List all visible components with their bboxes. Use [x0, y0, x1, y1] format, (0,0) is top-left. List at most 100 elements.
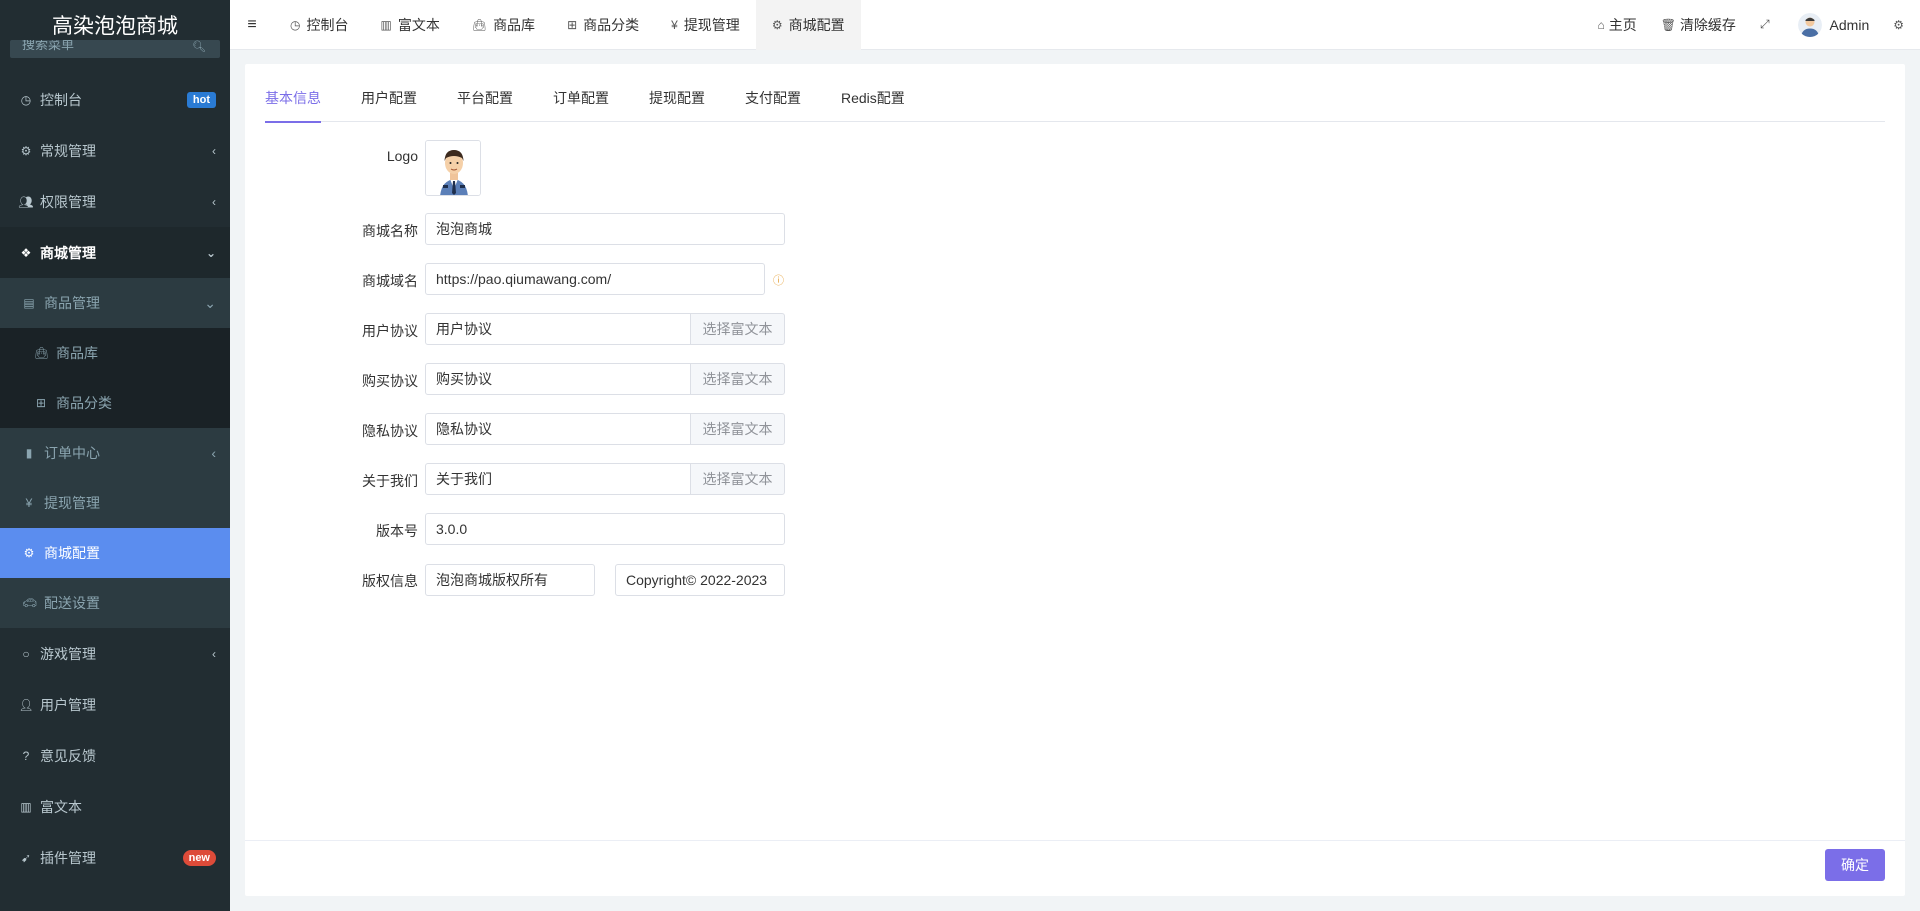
avatar	[1797, 12, 1822, 37]
domain-label: 商城域名	[362, 273, 418, 289]
top-tab-label: 提现管理	[683, 16, 740, 33]
tab-basic-info[interactable]: 基本信息	[265, 74, 321, 123]
question-circle-icon: ?	[22, 748, 30, 763]
logo-upload[interactable]	[425, 140, 481, 196]
top-tab-withdraw[interactable]: ¥ 提现管理	[655, 0, 756, 50]
tab-payment-config[interactable]: 支付配置	[745, 74, 801, 122]
clear-cache-label: 清除缓存	[1679, 16, 1736, 33]
sidebar-item-permissions[interactable]: 👥︎ 权限管理 ‹	[0, 176, 230, 227]
user-agreement-input[interactable]: 用户协议	[425, 313, 691, 345]
sidebar-item-users[interactable]: 👤︎ 用户管理	[0, 679, 230, 730]
top-tabs: ◷ 控制台 ▥ 富文本 👜︎ 商品库 ⊞ 商品分类 ¥ 提现管理 ⚙ 商城配置	[274, 0, 861, 50]
home-link[interactable]: ⌂ 主页	[1585, 0, 1648, 50]
chevron-left-icon: ‹	[212, 143, 216, 158]
sitemap-icon: ⊞	[35, 396, 47, 410]
version-input[interactable]: 3.0.0	[425, 513, 785, 545]
tab-redis-config[interactable]: Redis配置	[841, 74, 905, 122]
sidebar-item-label: 商城管理	[40, 244, 96, 261]
sidebar-item-feedback[interactable]: ? 意见反馈	[0, 730, 230, 781]
sidebar-item-dashboard[interactable]: ◷ 控制台 hot	[0, 74, 230, 125]
top-tab-dashboard[interactable]: ◷ 控制台	[274, 0, 364, 50]
new-badge: new	[182, 849, 216, 866]
tab-order-config[interactable]: 订单配置	[553, 74, 609, 122]
shopping-bag-icon: 👜︎	[471, 17, 488, 32]
sidebar-item-label: 权限管理	[40, 193, 96, 210]
hot-badge: hot	[186, 91, 216, 108]
rocket-icon: ➹	[20, 850, 32, 865]
home-label: 主页	[1608, 16, 1637, 33]
tab-withdraw-config[interactable]: 提现配置	[649, 74, 705, 122]
top-tab-goods-library[interactable]: 👜︎ 商品库	[456, 0, 551, 50]
chevron-left-icon: ‹	[212, 194, 216, 209]
search-icon[interactable]: 🔍︎	[192, 40, 206, 53]
sidebar-item-label: 插件管理	[40, 849, 96, 866]
sidebar-item-label: 用户管理	[40, 696, 96, 713]
chevron-left-icon: ‹	[211, 445, 216, 461]
chevron-left-icon: ‹	[212, 646, 216, 661]
sidebar-item-label: 富文本	[40, 798, 82, 815]
top-tab-label: 控制台	[306, 16, 349, 33]
sidebar-item-goods-library[interactable]: 👜︎ 商品库	[0, 328, 230, 378]
tab-user-config[interactable]: 用户配置	[361, 74, 417, 122]
file-icon: ▮	[25, 446, 33, 460]
cogs-icon: ⚙	[20, 143, 32, 158]
copyright-text-input[interactable]: Copyright© 2022-2023	[615, 564, 785, 596]
about-input[interactable]: 关于我们	[425, 463, 691, 495]
sidebar-item-withdraw[interactable]: ¥ 提现管理	[0, 478, 230, 528]
confirm-button[interactable]: 确定	[1825, 849, 1885, 881]
cogs-icon: ⚙	[23, 546, 35, 560]
user-agreement-select-button[interactable]: 选择富文本	[690, 313, 785, 345]
clear-cache-button[interactable]: 🗑︎ 清除缓存	[1649, 0, 1748, 50]
sidebar-item-shop-config[interactable]: ⚙ 商城配置	[0, 528, 230, 578]
menu-toggle-icon[interactable]: ≡	[230, 16, 274, 34]
sidebar-item-label: 游戏管理	[40, 645, 96, 662]
privacy-agreement-input[interactable]: 隐私协议	[425, 413, 691, 445]
sidebar-item-shop[interactable]: ❖ 商城管理 ⌄	[0, 227, 230, 278]
logo-label: Logo	[386, 148, 418, 164]
user-icon: 👤︎	[18, 697, 34, 712]
top-right-actions: ⌂ 主页 🗑︎ 清除缓存 ⤢ Admin ⚙	[1585, 0, 1920, 50]
purchase-agreement-input[interactable]: 购买协议	[425, 363, 691, 395]
privacy-agreement-select-button[interactable]: 选择富文本	[690, 413, 785, 445]
sidebar-item-goods-management[interactable]: ▤ 商品管理 ⌄	[0, 278, 230, 328]
sidebar-item-delivery[interactable]: 🚗︎ 配送设置	[0, 578, 230, 628]
sidebar-item-label: 提现管理	[44, 495, 100, 511]
sidebar-item-games[interactable]: ○ 游戏管理 ‹	[0, 628, 230, 679]
top-tab-label: 商品分类	[583, 16, 640, 33]
version-label: 版本号	[376, 523, 418, 539]
shop-name-input[interactable]: 泡泡商城	[425, 213, 785, 245]
dropbox-icon: ❖	[20, 245, 32, 260]
shopping-bag-icon: 👜︎	[34, 346, 50, 360]
goods-submenu: 👜︎ 商品库 ⊞ 商品分类	[0, 328, 230, 428]
info-icon[interactable]: ⓘ	[773, 272, 784, 288]
top-tab-goods-category[interactable]: ⊞ 商品分类	[551, 0, 655, 50]
sidebar-item-plugins[interactable]: ➹ 插件管理 new	[0, 832, 230, 883]
settings-button[interactable]: ⚙	[1881, 0, 1920, 50]
top-tab-shop-config[interactable]: ⚙ 商城配置	[755, 0, 861, 50]
sidebar-item-general[interactable]: ⚙ 常规管理 ‹	[0, 125, 230, 176]
domain-input[interactable]: https://pao.qiumawang.com/	[425, 263, 765, 295]
config-panel: 基本信息 用户配置 平台配置 订单配置 提现配置 支付配置 Redis配置 Lo…	[245, 64, 1905, 896]
top-tab-richtext[interactable]: ▥ 富文本	[364, 0, 455, 50]
menu-search[interactable]: 搜索菜单 🔍︎	[10, 40, 220, 58]
shop-name-label: 商城名称	[362, 223, 418, 239]
copyright-name-input[interactable]: 泡泡商城版权所有	[425, 564, 595, 596]
sidebar-item-goods-category[interactable]: ⊞ 商品分类	[0, 378, 230, 428]
menu-search-input[interactable]: 搜索菜单	[22, 40, 74, 53]
sidebar-item-order-center[interactable]: ▮ 订单中心 ‹	[0, 428, 230, 478]
user-menu[interactable]: Admin	[1786, 0, 1882, 50]
sidebar-item-label: 配送设置	[44, 595, 100, 611]
circle-icon: ○	[22, 646, 30, 661]
fullscreen-button[interactable]: ⤢	[1748, 0, 1786, 50]
purchase-agreement-select-button[interactable]: 选择富文本	[690, 363, 785, 395]
sidebar-item-richtext[interactable]: ▥ 富文本	[0, 781, 230, 832]
top-tab-label: 商城配置	[788, 16, 845, 33]
sidebar-item-label: 控制台	[40, 91, 82, 108]
home-icon: ⌂	[1597, 17, 1605, 32]
dashboard-icon: ◷	[290, 17, 301, 32]
tab-platform-config[interactable]: 平台配置	[457, 74, 513, 122]
sidebar-item-label: 商品管理	[44, 295, 100, 311]
about-select-button[interactable]: 选择富文本	[690, 463, 785, 495]
copyright-label: 版权信息	[362, 573, 418, 589]
gears-icon: ⚙	[1893, 17, 1904, 32]
